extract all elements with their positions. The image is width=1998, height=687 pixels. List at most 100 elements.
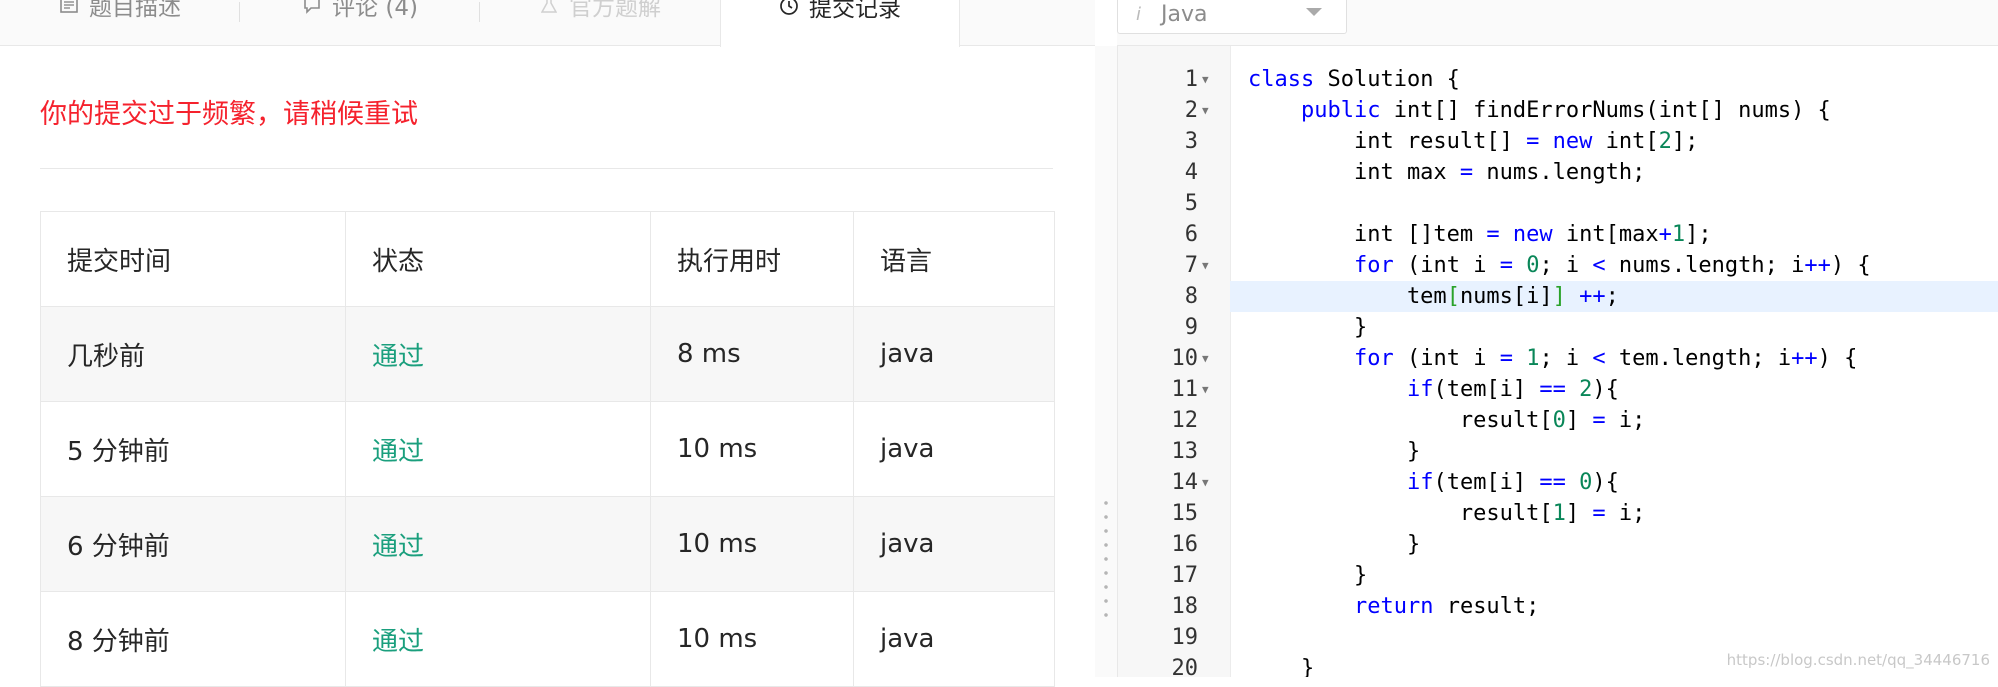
code-text: result[0] = i;	[1248, 408, 1646, 433]
code-line[interactable]: 2 ▼ public int[] findErrorNums(int[] nums…	[1118, 95, 1998, 126]
line-number: 5	[1184, 191, 1198, 216]
tab-comments[interactable]: 评论 (4)	[240, 0, 480, 46]
drag-handle-icon	[1104, 496, 1108, 626]
language-select[interactable]: i Java	[1117, 0, 1347, 34]
tab-submissions[interactable]: 提交记录	[720, 0, 960, 47]
code-text: }	[1248, 563, 1368, 588]
code-line[interactable]: 12 result[0] = i;	[1118, 405, 1998, 436]
code-text: int result[] = new int[2];	[1248, 129, 1699, 154]
tab-label: 评论 (4)	[332, 0, 418, 21]
fold-arrow-icon[interactable]: ▼	[1202, 64, 1209, 95]
cell-runtime: 10 ms	[650, 591, 854, 687]
code-line[interactable]: 15 result[1] = i;	[1118, 498, 1998, 529]
fold-arrow-icon[interactable]: ▼	[1202, 250, 1209, 281]
cell-runtime: 8 ms	[650, 306, 854, 402]
status-link[interactable]: 通过	[345, 401, 651, 497]
flask-icon	[539, 0, 559, 15]
code-text: if(tem[i] == 2){	[1406, 377, 1619, 402]
table-row[interactable]: 8 分钟前 通过 10 ms java	[40, 591, 1055, 687]
divider	[40, 168, 1053, 169]
line-number: 1	[1184, 67, 1198, 92]
fold-arrow-icon[interactable]: ▼	[1202, 95, 1209, 126]
rate-limit-warning: 你的提交过于频繁，请稍候重试	[40, 99, 418, 130]
line-number: 11	[1171, 377, 1199, 402]
code-text: }	[1248, 315, 1368, 340]
code-text: return result;	[1353, 594, 1540, 619]
line-number: 10	[1171, 346, 1199, 371]
cell-language: java	[853, 496, 1055, 592]
cell-runtime: 10 ms	[650, 401, 854, 497]
tab-label: 官方题解	[569, 0, 661, 21]
code-editor[interactable]: 1 ▼ class Solution {2 ▼ public int[] findEr…	[1117, 46, 1998, 677]
fold-arrow-icon[interactable]: ▼	[1202, 467, 1209, 498]
line-number: 13	[1171, 439, 1199, 464]
cell-language: java	[853, 591, 1055, 687]
code-line[interactable]: 5	[1118, 188, 1998, 219]
code-line[interactable]: 6 int []tem = new int[max+1];	[1118, 219, 1998, 250]
line-number: 9	[1184, 315, 1198, 340]
code-line[interactable]: 17 }	[1118, 560, 1998, 591]
line-number: 19	[1171, 625, 1199, 650]
code-text: int []tem = new int[max+1];	[1248, 222, 1712, 247]
code-line[interactable]: 10 ▼ for (int i = 1; i < tem.length; i++)…	[1118, 343, 1998, 374]
language-value: Java	[1161, 1, 1208, 27]
code-line[interactable]: 11 ▼ if(tem[i] == 2){	[1118, 374, 1998, 405]
table-row[interactable]: 6 分钟前 通过 10 ms java	[40, 496, 1055, 592]
status-link[interactable]: 通过	[345, 591, 651, 687]
line-number: 3	[1184, 129, 1198, 154]
line-number: 6	[1184, 222, 1198, 247]
code-text: public int[] findErrorNums(int[] nums) {	[1300, 98, 1831, 123]
chevron-down-icon	[1306, 8, 1322, 16]
cell-time: 8 分钟前	[40, 591, 346, 687]
clock-icon	[779, 0, 799, 16]
code-line[interactable]: 7 ▼ for (int i = 0; i < nums.length; i++)…	[1118, 250, 1998, 281]
line-number: 18	[1171, 594, 1199, 619]
cell-time: 5 分钟前	[40, 401, 346, 497]
code-line[interactable]: 9 }	[1118, 312, 1998, 343]
code-line[interactable]: 14 ▼ if(tem[i] == 0){	[1118, 467, 1998, 498]
code-line[interactable]: 18 return result;	[1118, 591, 1998, 622]
submissions-table: 提交时间 状态 执行用时 语言 几秒前 通过 8 ms java 5 分钟前 通…	[40, 211, 1055, 687]
fold-arrow-icon[interactable]: ▼	[1202, 374, 1209, 405]
editor-toolbar: i Java	[1117, 0, 1998, 46]
code-line[interactable]: 3 int result[] = new int[2];	[1118, 126, 1998, 157]
fold-arrow-icon[interactable]: ▼	[1202, 343, 1209, 374]
line-number: 20	[1171, 656, 1199, 677]
line-number: 4	[1184, 160, 1198, 185]
code-text: }	[1248, 532, 1421, 557]
cell-time: 6 分钟前	[40, 496, 346, 592]
code-line[interactable]: 19	[1118, 622, 1998, 653]
code-text: tem[nums[i]] ++;	[1230, 281, 1998, 312]
code-text: int max = nums.length;	[1248, 160, 1646, 185]
comment-icon	[302, 0, 322, 15]
code-text: class Solution {	[1248, 67, 1460, 92]
code-line[interactable]: 16 }	[1118, 529, 1998, 560]
code-lines: 1 ▼ class Solution {2 ▼ public int[] findEr…	[1118, 64, 1998, 677]
line-number: 15	[1171, 501, 1199, 526]
header-status: 状态	[345, 211, 651, 307]
header-runtime: 执行用时	[650, 211, 854, 307]
panel-resize-handle[interactable]	[1095, 46, 1117, 677]
code-text: }	[1248, 439, 1421, 464]
line-number: 7	[1184, 253, 1198, 278]
line-number: 12	[1171, 408, 1199, 433]
code-text: result[1] = i;	[1248, 501, 1646, 526]
cell-time: 几秒前	[40, 306, 346, 402]
table-header-row: 提交时间 状态 执行用时 语言	[40, 211, 1055, 307]
code-text: if(tem[i] == 0){	[1406, 470, 1619, 495]
code-line[interactable]: 4 int max = nums.length;	[1118, 157, 1998, 188]
tab-description[interactable]: 题目描述	[0, 0, 240, 46]
code-line[interactable]: 13 }	[1118, 436, 1998, 467]
table-row[interactable]: 几秒前 通过 8 ms java	[40, 306, 1055, 402]
code-panel: i Java 1 ▼ class Solution {2 ▼ public int[]…	[1117, 0, 1998, 677]
code-line[interactable]: 8 tem[nums[i]] ++;	[1118, 281, 1998, 312]
cell-runtime: 10 ms	[650, 496, 854, 592]
status-link[interactable]: 通过	[345, 496, 651, 592]
line-number: 8	[1184, 284, 1198, 309]
tab-solution[interactable]: 官方题解	[480, 0, 720, 46]
code-line[interactable]: 1 ▼ class Solution {	[1118, 64, 1998, 95]
table-row[interactable]: 5 分钟前 通过 10 ms java	[40, 401, 1055, 497]
status-link[interactable]: 通过	[345, 306, 651, 402]
